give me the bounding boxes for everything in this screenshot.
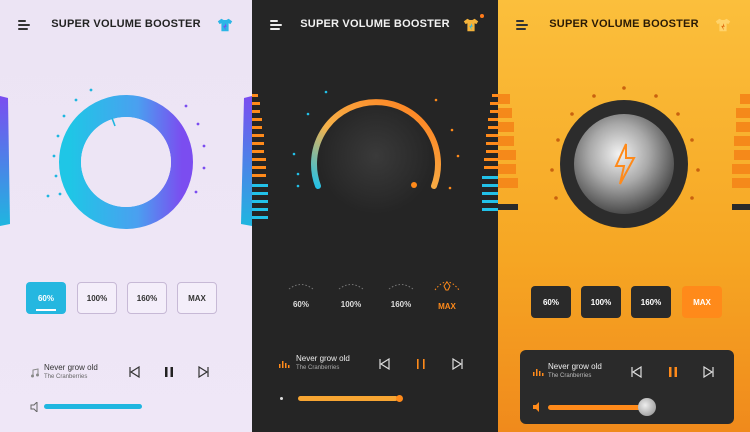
song-title: Never grow old [44, 363, 98, 372]
previous-track-icon[interactable] [630, 366, 642, 378]
volume-knob[interactable] [536, 78, 712, 248]
selected-indicator [36, 309, 56, 311]
music-note-icon [533, 369, 544, 376]
next-track-icon[interactable] [703, 366, 715, 378]
song-artist: The Cranberries [548, 373, 592, 379]
preset-60-button[interactable]: 60% [281, 288, 321, 320]
volume-knob[interactable] [286, 74, 466, 214]
right-eq-bar [732, 94, 750, 210]
previous-track-icon[interactable] [128, 366, 140, 378]
next-track-icon[interactable] [452, 358, 464, 370]
app-title: SUPER VOLUME BOOSTER [51, 18, 201, 30]
song-title: Never grow old [548, 362, 602, 371]
preset-label: 160% [136, 293, 158, 303]
preset-label: 100% [86, 293, 108, 303]
volume-knob[interactable] [36, 76, 216, 246]
preset-max-button[interactable]: MAX [177, 282, 217, 314]
screen-light: SUPER VOLUME BOOSTER 60% 100% 160% MAX N… [0, 0, 252, 432]
left-eq-bar [0, 96, 10, 226]
next-track-icon[interactable] [198, 366, 210, 378]
preset-label: MAX [693, 297, 711, 307]
pause-icon[interactable] [163, 366, 175, 378]
music-note-icon [31, 368, 39, 378]
screen-orange: SUPER VOLUME BOOSTER 60% 100% 160% MAX N… [498, 0, 750, 432]
left-eq-bar [252, 94, 268, 219]
right-eq-bar [241, 96, 252, 226]
left-eq-bar [498, 94, 518, 210]
preset-label: 60% [37, 293, 54, 303]
app-title: SUPER VOLUME BOOSTER [549, 18, 699, 30]
volume-slider[interactable] [548, 405, 644, 410]
header: SUPER VOLUME BOOSTER [498, 16, 750, 36]
header: SUPER VOLUME BOOSTER [252, 14, 498, 36]
right-eq-bar [482, 94, 498, 211]
preset-100-button[interactable]: 100% [77, 282, 117, 314]
song-artist: The Cranberries [44, 374, 88, 380]
tshirt-icon[interactable] [216, 16, 234, 34]
header: SUPER VOLUME BOOSTER [0, 16, 252, 36]
app-screens: SUPER VOLUME BOOSTER 60% 100% 160% MAX N… [0, 0, 750, 432]
tshirt-icon[interactable] [714, 16, 732, 34]
player-bar: Never grow old The Cranberries [0, 358, 252, 388]
volume-icon [30, 402, 38, 412]
song-title: Never grow old [296, 354, 350, 363]
player-bar: Never grow old The Cranberries [252, 350, 498, 380]
preset-max-button[interactable]: MAX [427, 290, 467, 322]
preset-label: 60% [292, 299, 309, 309]
notification-dot [480, 14, 484, 18]
preset-max-button[interactable]: MAX [682, 286, 722, 318]
volume-slider-thumb[interactable] [638, 398, 656, 416]
volume-icon [280, 397, 283, 400]
player-card: Never grow old The Cranberries [520, 350, 734, 424]
preset-160-button[interactable]: 160% [127, 282, 167, 314]
pause-icon[interactable] [415, 358, 427, 370]
preset-160-button[interactable]: 160% [631, 286, 671, 318]
pause-icon[interactable] [667, 366, 679, 378]
preset-label: MAX [188, 293, 206, 303]
preset-60-button[interactable]: 60% [531, 286, 571, 318]
preset-label: 100% [590, 297, 612, 307]
previous-track-icon[interactable] [378, 358, 390, 370]
music-note-icon [279, 361, 290, 368]
volume-slider[interactable] [44, 404, 142, 409]
volume-icon [533, 402, 539, 412]
preset-160-button[interactable]: 160% [381, 288, 421, 320]
preset-label: 160% [390, 299, 412, 309]
tshirt-icon[interactable] [462, 16, 480, 34]
song-artist: The Cranberries [296, 365, 340, 371]
preset-100-button[interactable]: 100% [581, 286, 621, 318]
volume-slider[interactable] [298, 396, 398, 401]
preset-100-button[interactable]: 100% [331, 288, 371, 320]
preset-label: 60% [542, 297, 559, 307]
volume-slider-thumb[interactable] [396, 395, 403, 402]
preset-label: 100% [340, 299, 362, 309]
screen-dark: SUPER VOLUME BOOSTER 60% 100% 160% MAX N… [252, 0, 498, 432]
preset-label: 160% [640, 297, 662, 307]
preset-label: MAX [438, 301, 456, 311]
